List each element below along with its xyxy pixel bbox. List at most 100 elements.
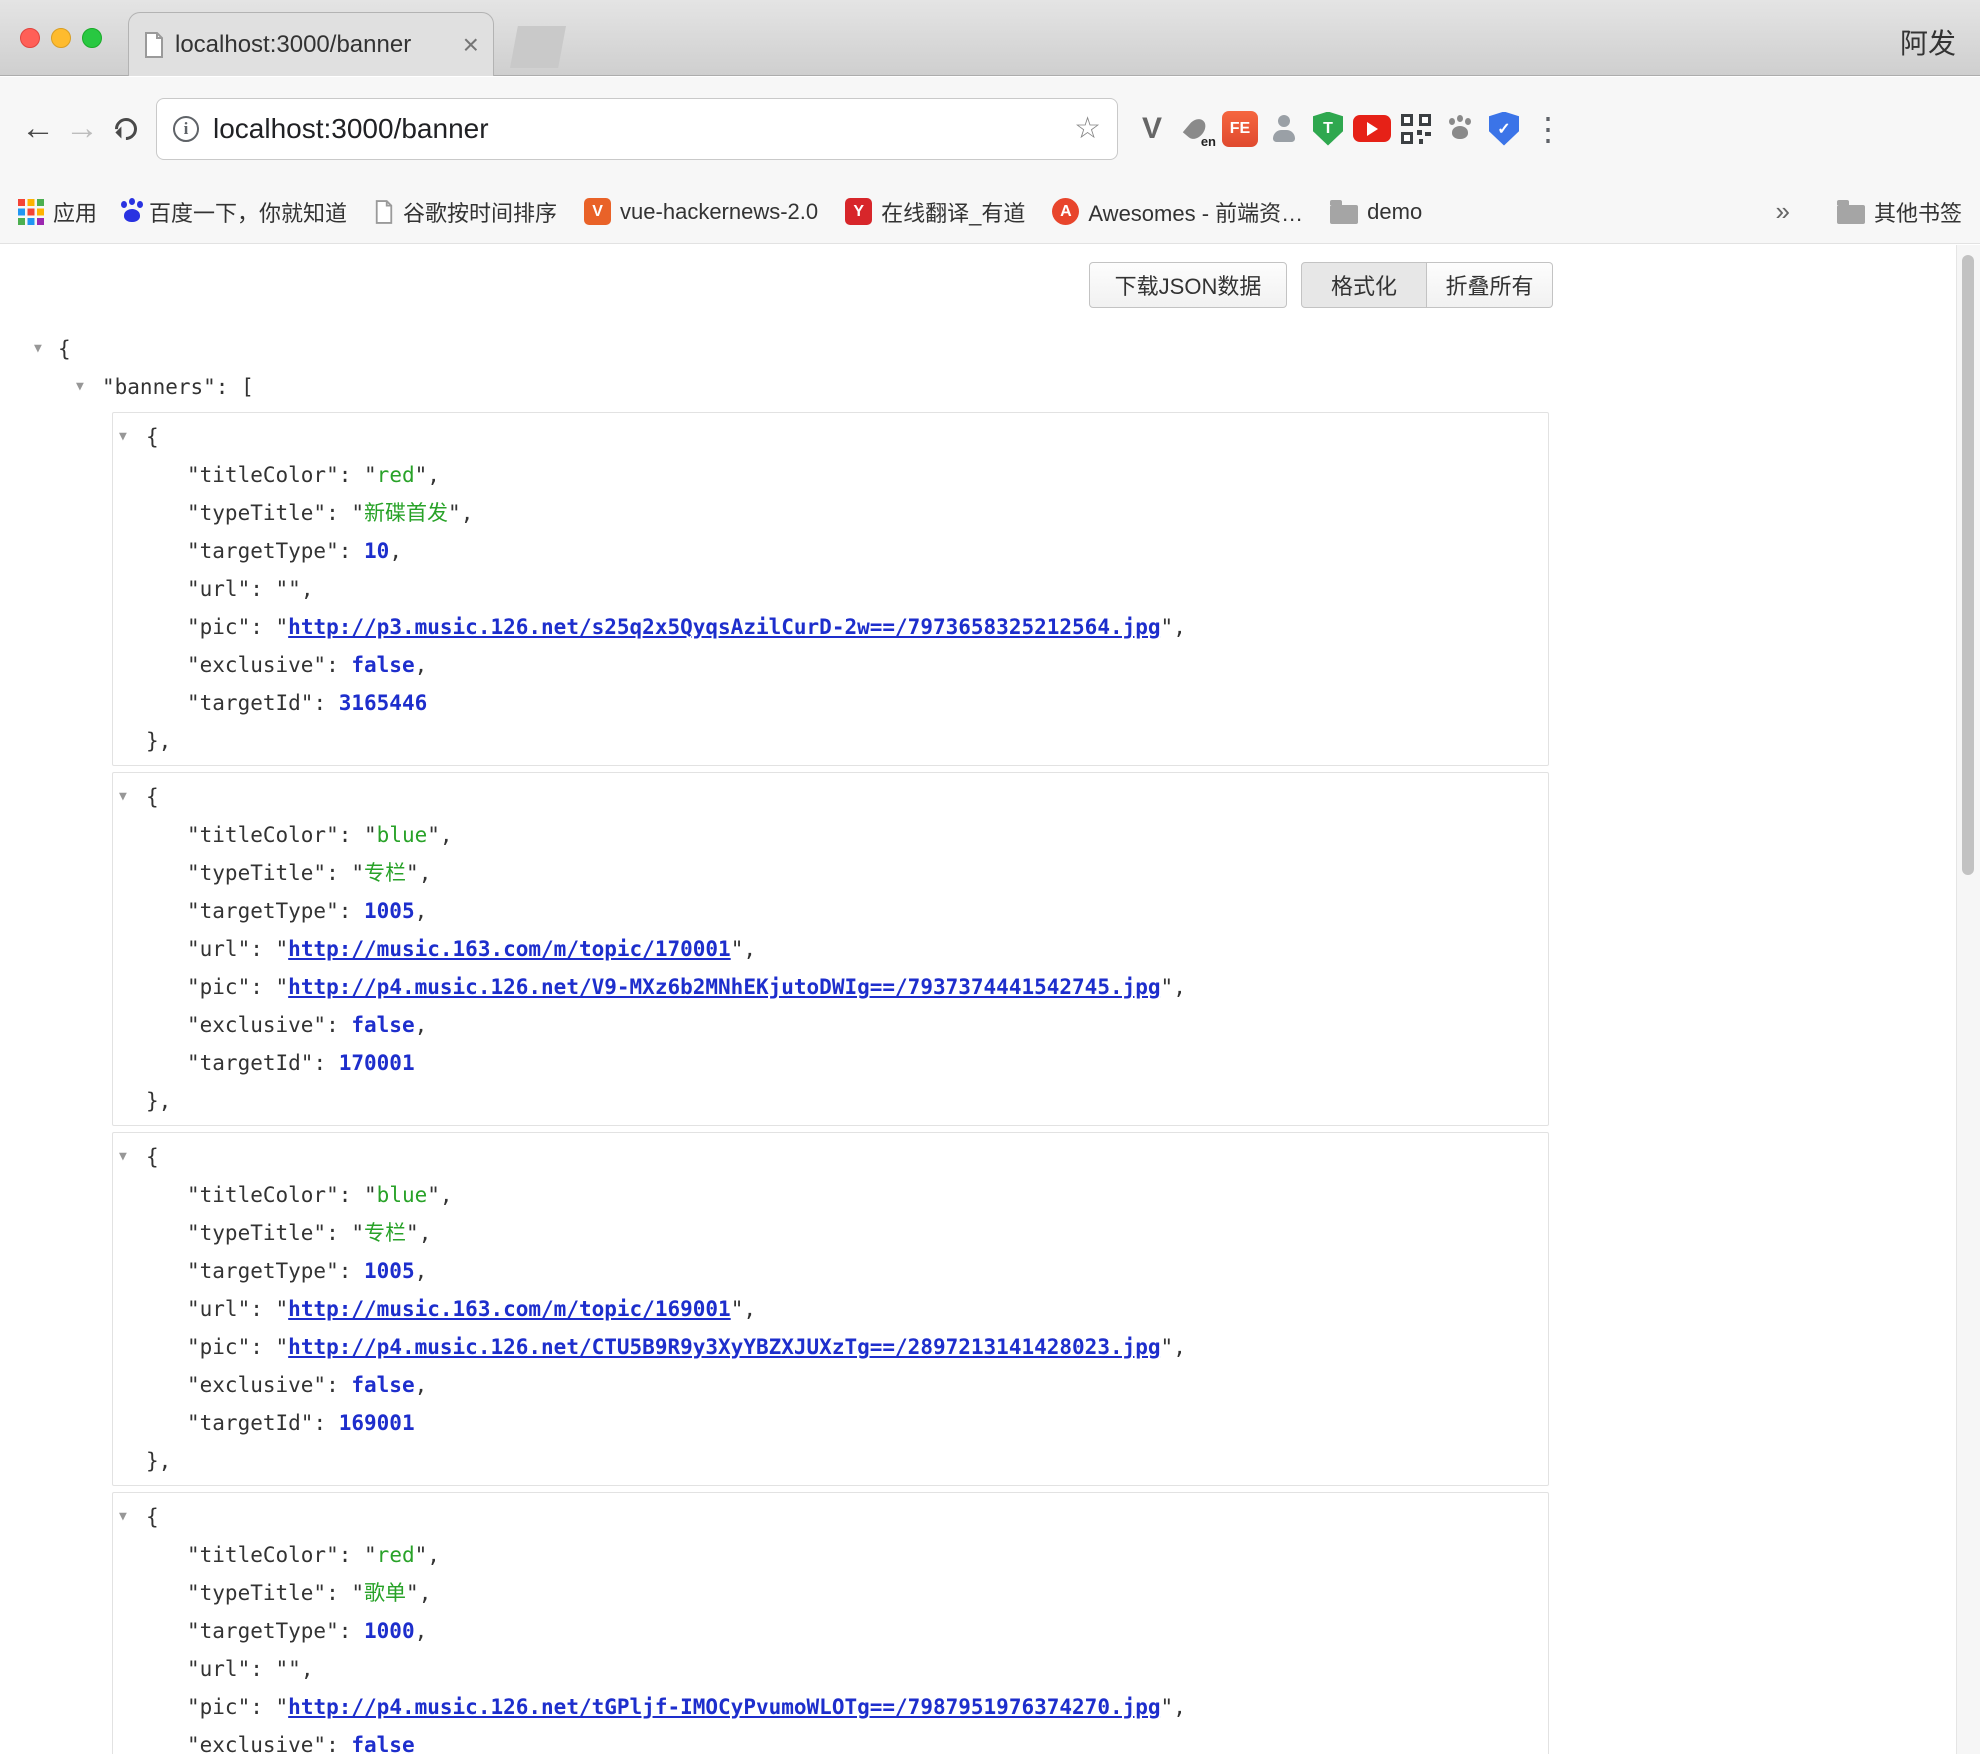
json-property-url: "url": "http://music.163.com/m/topic/170… bbox=[113, 930, 1548, 968]
json-property-url: "url": "", bbox=[113, 570, 1548, 608]
bookmark-demo-folder[interactable]: demo bbox=[1330, 199, 1422, 225]
collapse-toggle-icon[interactable]: ▼ bbox=[119, 1498, 127, 1536]
shield-t-extension-icon[interactable]: T bbox=[1306, 107, 1350, 151]
bookmark-label: demo bbox=[1367, 199, 1422, 225]
json-object-close: }, bbox=[113, 1082, 1548, 1120]
minimize-window-button[interactable] bbox=[51, 28, 71, 48]
vue-icon: V bbox=[584, 198, 611, 225]
bookmark-youdao[interactable]: Y 在线翻译_有道 bbox=[845, 196, 1025, 228]
download-json-button[interactable]: 下载JSON数据 bbox=[1089, 262, 1287, 308]
json-property-pic: "pic": "http://p4.music.126.net/CTU5B9R9… bbox=[113, 1328, 1548, 1366]
youdao-icon: Y bbox=[845, 198, 872, 225]
bookmark-label: Awesomes - 前端资… bbox=[1088, 196, 1303, 228]
json-property-exclusive: "exclusive": false, bbox=[113, 1006, 1548, 1044]
close-window-button[interactable] bbox=[20, 28, 40, 48]
json-array-item-1: ▼{"titleColor": "blue","typeTitle": "专栏"… bbox=[112, 772, 1549, 1126]
v-extension-icon[interactable]: V bbox=[1130, 107, 1174, 151]
youtube-extension-icon[interactable] bbox=[1350, 107, 1394, 151]
json-url-link[interactable]: http://p4.music.126.net/V9-MXz6b2MNhEKju… bbox=[288, 975, 1160, 999]
scrollbar-thumb[interactable] bbox=[1962, 255, 1974, 875]
json-banners-open: ▼"banners": [ bbox=[0, 368, 1980, 406]
json-property-typeTitle: "typeTitle": "专栏", bbox=[113, 1214, 1548, 1252]
account-extension-icon[interactable] bbox=[1262, 107, 1306, 151]
collapse-toggle-icon[interactable]: ▼ bbox=[34, 330, 42, 368]
url-text[interactable]: localhost:3000/banner bbox=[213, 113, 1060, 145]
json-url-link[interactable]: http://p4.music.126.net/CTU5B9R9y3XyYBZX… bbox=[288, 1335, 1160, 1359]
browser-menu-button[interactable]: ⋮ bbox=[1526, 107, 1570, 151]
site-info-icon[interactable]: i bbox=[173, 116, 199, 142]
collapse-toggle-icon[interactable]: ▼ bbox=[119, 1138, 127, 1176]
qrcode-extension-icon[interactable] bbox=[1394, 107, 1438, 151]
bookmark-label: 谷歌按时间排序 bbox=[403, 196, 557, 228]
json-property-typeTitle: "typeTitle": "专栏", bbox=[113, 854, 1548, 892]
collapse-toggle-icon[interactable]: ▼ bbox=[119, 418, 127, 456]
json-property-pic: "pic": "http://p4.music.126.net/V9-MXz6b… bbox=[113, 968, 1548, 1006]
shield-check-extension-icon[interactable]: ✓ bbox=[1482, 107, 1526, 151]
apps-grid-icon bbox=[18, 199, 44, 225]
reload-button[interactable] bbox=[104, 118, 148, 140]
json-root-open: ▼{ bbox=[0, 330, 1980, 368]
json-url-link[interactable]: http://p3.music.126.net/s25q2x5QyqsAzilC… bbox=[288, 615, 1160, 639]
json-property-titleColor: "titleColor": "red", bbox=[113, 456, 1548, 494]
json-property-targetType: "targetType": 10, bbox=[113, 532, 1548, 570]
json-property-targetId: "targetId": 169001 bbox=[113, 1404, 1548, 1442]
json-tree: ▼{▼"banners": [▼{"titleColor": "red","ty… bbox=[0, 330, 1980, 1754]
json-property-targetType: "targetType": 1005, bbox=[113, 1252, 1548, 1290]
address-bar[interactable]: i localhost:3000/banner ☆ bbox=[156, 98, 1118, 160]
json-property-targetType: "targetType": 1005, bbox=[113, 892, 1548, 930]
bookmark-google-sort[interactable]: 谷歌按时间排序 bbox=[374, 196, 557, 228]
bookmark-star-icon[interactable]: ☆ bbox=[1074, 111, 1101, 146]
tab-title: localhost:3000/banner bbox=[175, 31, 453, 59]
bookmark-baidu[interactable]: 百度一下，你就知道 bbox=[124, 196, 347, 228]
person-icon bbox=[1269, 114, 1299, 144]
json-object-open: ▼{ bbox=[113, 418, 1548, 456]
new-tab-button[interactable] bbox=[510, 26, 566, 68]
json-property-exclusive: "exclusive": false, bbox=[113, 1366, 1548, 1404]
browser-tab[interactable]: localhost:3000/banner × bbox=[128, 12, 494, 76]
fehelper-extension-icon[interactable]: FE bbox=[1218, 107, 1262, 151]
json-property-pic: "pic": "http://p3.music.126.net/s25q2x5Q… bbox=[113, 608, 1548, 646]
json-url-link[interactable]: http://music.163.com/m/topic/169001 bbox=[288, 1297, 731, 1321]
window-titlebar: localhost:3000/banner × 阿发 bbox=[0, 0, 1980, 76]
profile-name[interactable]: 阿发 bbox=[1900, 22, 1956, 62]
paw-icon bbox=[1452, 126, 1468, 139]
format-button[interactable]: 格式化 bbox=[1301, 262, 1427, 308]
view-mode-button-group: 格式化 折叠所有 bbox=[1301, 262, 1553, 308]
forward-button: → bbox=[60, 109, 104, 148]
back-button[interactable]: ← bbox=[16, 109, 60, 148]
bookmarks-overflow-chevron[interactable]: » bbox=[1776, 196, 1790, 227]
bookmark-vue-hackernews[interactable]: V vue-hackernews-2.0 bbox=[584, 198, 818, 225]
json-array-item-0: ▼{"titleColor": "red","typeTitle": "新碟首发… bbox=[112, 412, 1549, 766]
json-property-targetType: "targetType": 1000, bbox=[113, 1612, 1548, 1650]
folder-icon bbox=[1330, 205, 1358, 224]
json-url-link[interactable]: http://music.163.com/m/topic/170001 bbox=[288, 937, 731, 961]
json-array-item-3: ▼{"titleColor": "red","typeTitle": "歌单",… bbox=[112, 1492, 1549, 1754]
translate-extension-icon[interactable]: en bbox=[1174, 107, 1218, 151]
json-object-close: }, bbox=[113, 722, 1548, 760]
collapse-toggle-icon[interactable]: ▼ bbox=[76, 368, 84, 406]
collapse-all-button[interactable]: 折叠所有 bbox=[1427, 262, 1553, 308]
json-object-open: ▼{ bbox=[113, 1138, 1548, 1176]
baidu-paw-icon bbox=[124, 209, 140, 222]
json-property-titleColor: "titleColor": "blue", bbox=[113, 816, 1548, 854]
zoom-window-button[interactable] bbox=[82, 28, 102, 48]
paw-extension-icon[interactable] bbox=[1438, 107, 1482, 151]
json-property-typeTitle: "typeTitle": "歌单", bbox=[113, 1574, 1548, 1612]
bookmark-apps[interactable]: 应用 bbox=[18, 196, 97, 228]
json-url-link[interactable]: http://p4.music.126.net/tGPljf-IMOCyPvum… bbox=[288, 1695, 1160, 1719]
qr-icon bbox=[1401, 114, 1431, 144]
other-bookmarks[interactable]: 其他书签 bbox=[1837, 196, 1962, 228]
page-icon bbox=[374, 200, 394, 224]
collapse-toggle-icon[interactable]: ▼ bbox=[119, 778, 127, 816]
browser-toolbar: ← → i localhost:3000/banner ☆ V en FE T … bbox=[0, 77, 1980, 180]
play-icon bbox=[1353, 115, 1391, 142]
json-property-targetId: "targetId": 3165446 bbox=[113, 684, 1548, 722]
close-tab-icon[interactable]: × bbox=[463, 31, 479, 59]
vertical-scrollbar[interactable] bbox=[1956, 245, 1980, 1754]
extensions-row: V en FE T ✓ ⋮ bbox=[1130, 107, 1570, 151]
awesomes-icon: A bbox=[1052, 198, 1079, 225]
page-icon bbox=[143, 32, 165, 58]
bookmark-awesomes[interactable]: A Awesomes - 前端资… bbox=[1052, 196, 1303, 228]
bookmark-label: 百度一下，你就知道 bbox=[149, 196, 347, 228]
json-property-typeTitle: "typeTitle": "新碟首发", bbox=[113, 494, 1548, 532]
